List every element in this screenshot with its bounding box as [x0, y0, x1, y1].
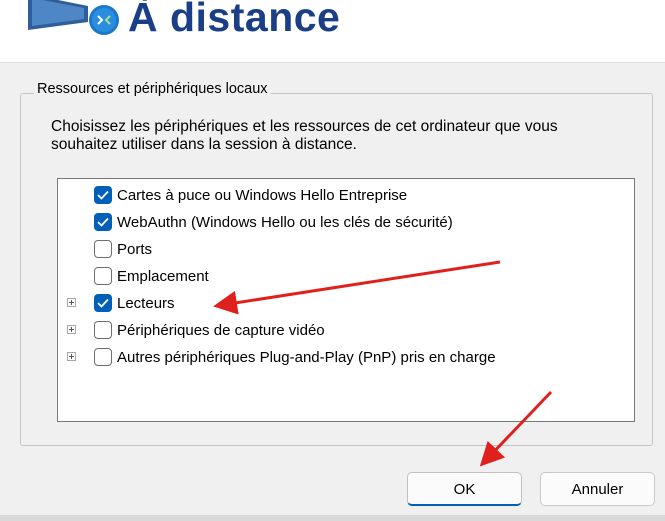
remote-desktop-icon — [28, 0, 119, 35]
window-bottom-edge — [0, 515, 665, 521]
item-label: Autres périphériques Plug-and-Play (PnP)… — [117, 349, 496, 366]
item-label: Emplacement — [117, 268, 209, 285]
checkbox-drives[interactable] — [94, 294, 112, 312]
item-label: Périphériques de capture vidéo — [117, 322, 325, 339]
item-label: WebAuthn (Windows Hello ou les clés de s… — [117, 214, 453, 231]
checkmark-icon — [97, 217, 109, 227]
item-label: Cartes à puce ou Windows Hello Entrepris… — [117, 187, 408, 204]
cancel-button[interactable]: Annuler — [540, 472, 655, 506]
checkbox-ports[interactable] — [94, 240, 112, 258]
group-description: Choisissez les périphériques et les ress… — [51, 118, 558, 153]
checkbox-location[interactable] — [94, 267, 112, 285]
checkbox-video-capture[interactable] — [94, 321, 112, 339]
checkbox-webauthn[interactable] — [94, 213, 112, 231]
checkmark-icon — [97, 298, 109, 308]
devices-listbox[interactable]: Cartes à puce ou Windows Hello Entrepris… — [57, 178, 635, 422]
expand-plus-icon[interactable] — [67, 352, 76, 361]
checkbox-pnp-devices[interactable] — [94, 348, 112, 366]
expand-plus-icon[interactable] — [67, 325, 76, 334]
dialog-title: À distance — [128, 0, 341, 40]
dialog-header: À distance — [0, 0, 665, 63]
group-legend: Ressources et périphériques locaux — [34, 81, 271, 97]
checkmark-icon — [97, 190, 109, 200]
ok-button[interactable]: OK — [407, 472, 522, 506]
item-label: Ports — [117, 241, 153, 258]
checkbox-smartcards[interactable] — [94, 186, 112, 204]
expand-plus-icon[interactable] — [67, 298, 76, 307]
item-label: Lecteurs — [117, 295, 175, 312]
